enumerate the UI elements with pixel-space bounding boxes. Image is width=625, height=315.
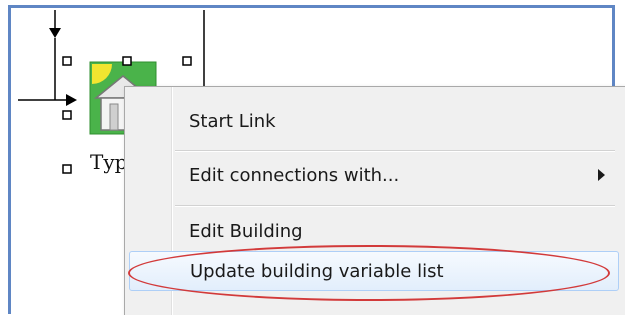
menu-separator	[175, 205, 615, 207]
menu-item-start-link[interactable]: Start Link	[129, 101, 619, 141]
menu-item-edit-connections[interactable]: Edit connections with...	[129, 155, 619, 195]
menu-item-label: Edit Building	[189, 220, 303, 242]
context-menu: Start Link Edit connections with... Edit…	[124, 86, 625, 315]
menu-separator	[175, 150, 615, 152]
selection-handle[interactable]	[182, 56, 192, 66]
selection-handle[interactable]	[62, 56, 72, 66]
selection-handle[interactable]	[62, 110, 72, 120]
menu-item-label: Update building variable list	[190, 260, 444, 282]
connector-arrow-right	[66, 94, 77, 106]
menu-item-label: Start Link	[189, 110, 276, 132]
submenu-arrow-icon	[598, 169, 605, 181]
menu-item-label: Edit connections with...	[189, 164, 400, 186]
selection-handle[interactable]	[62, 164, 72, 174]
menu-item-edit-building[interactable]: Edit Building	[129, 211, 619, 251]
connector-arrow-down	[49, 28, 61, 38]
node-label: Typ	[90, 150, 128, 174]
menu-item-update-building-variable-list[interactable]: Update building variable list	[129, 251, 619, 291]
selection-handle[interactable]	[122, 56, 132, 66]
